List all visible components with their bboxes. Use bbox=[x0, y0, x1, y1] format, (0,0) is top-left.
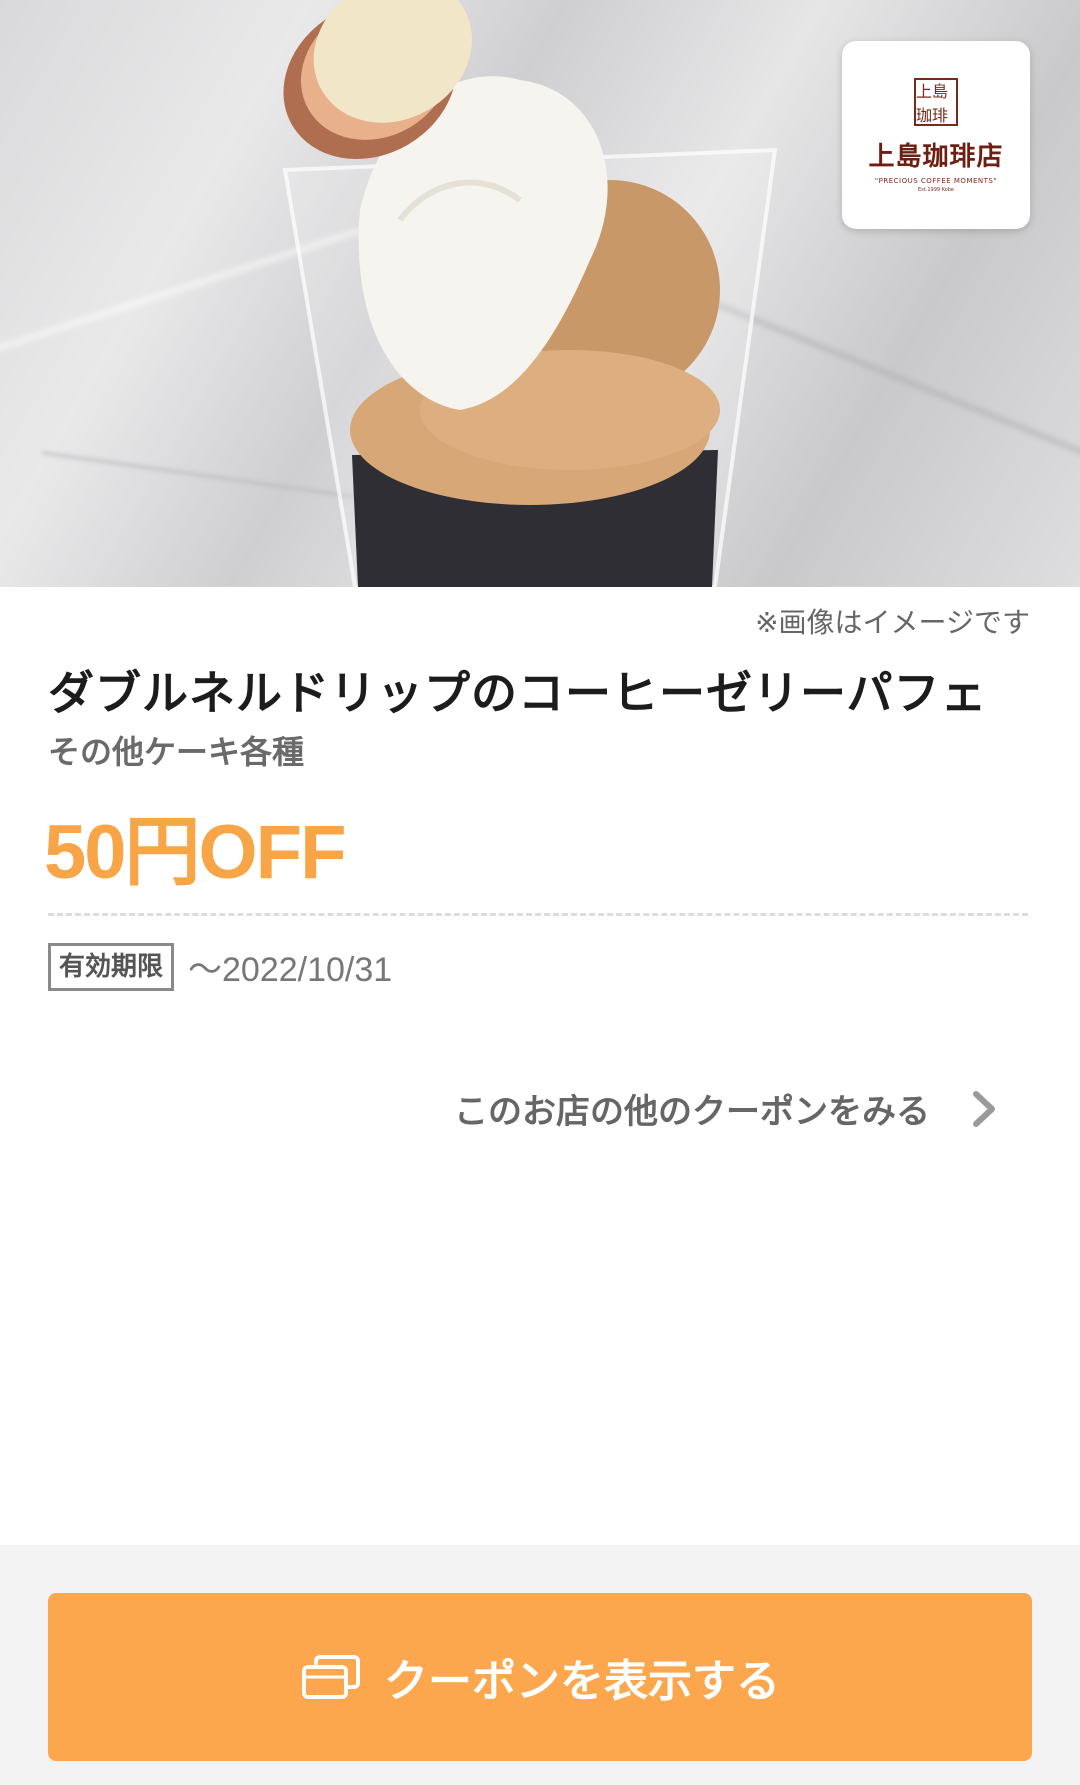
logo-mark: 上島珈琲 bbox=[914, 77, 958, 126]
product-subtitle: その他ケーキ各種 bbox=[48, 733, 305, 771]
logo-est: Est.1999 Kobe bbox=[918, 186, 954, 193]
show-coupon-label: クーポンを表示する bbox=[384, 1656, 780, 1707]
show-coupon-button[interactable]: クーポンを表示する bbox=[48, 1593, 1032, 1761]
divider bbox=[48, 913, 1028, 916]
more-coupons-label: このお店の他のクーポンをみる bbox=[454, 1092, 930, 1132]
validity-row: 有効期限 〜2022/10/31 bbox=[48, 942, 392, 991]
chevron-right-icon bbox=[973, 1090, 995, 1127]
validity-date: 〜2022/10/31 bbox=[188, 951, 393, 989]
more-coupons-link[interactable]: このお店の他のクーポンをみる bbox=[454, 1084, 1002, 1133]
image-disclaimer: ※画像はイメージです bbox=[755, 606, 1030, 639]
ticket-icon bbox=[302, 1655, 360, 1699]
shop-logo: 上島珈琲 上島珈琲店 "PRECIOUS COFFEE MOMENTS" Est… bbox=[842, 41, 1030, 229]
hero-image: 上島珈琲 上島珈琲店 "PRECIOUS COFFEE MOMENTS" Est… bbox=[0, 0, 1080, 587]
logo-name: 上島珈琲店 bbox=[868, 141, 1004, 172]
validity-label: 有効期限 bbox=[48, 942, 175, 991]
product-title: ダブルネルドリップのコーヒーゼリーパフェ bbox=[48, 666, 988, 720]
logo-tagline: "PRECIOUS COFFEE MOMENTS" bbox=[874, 176, 998, 185]
discount-amount: 50円OFF bbox=[44, 810, 346, 895]
